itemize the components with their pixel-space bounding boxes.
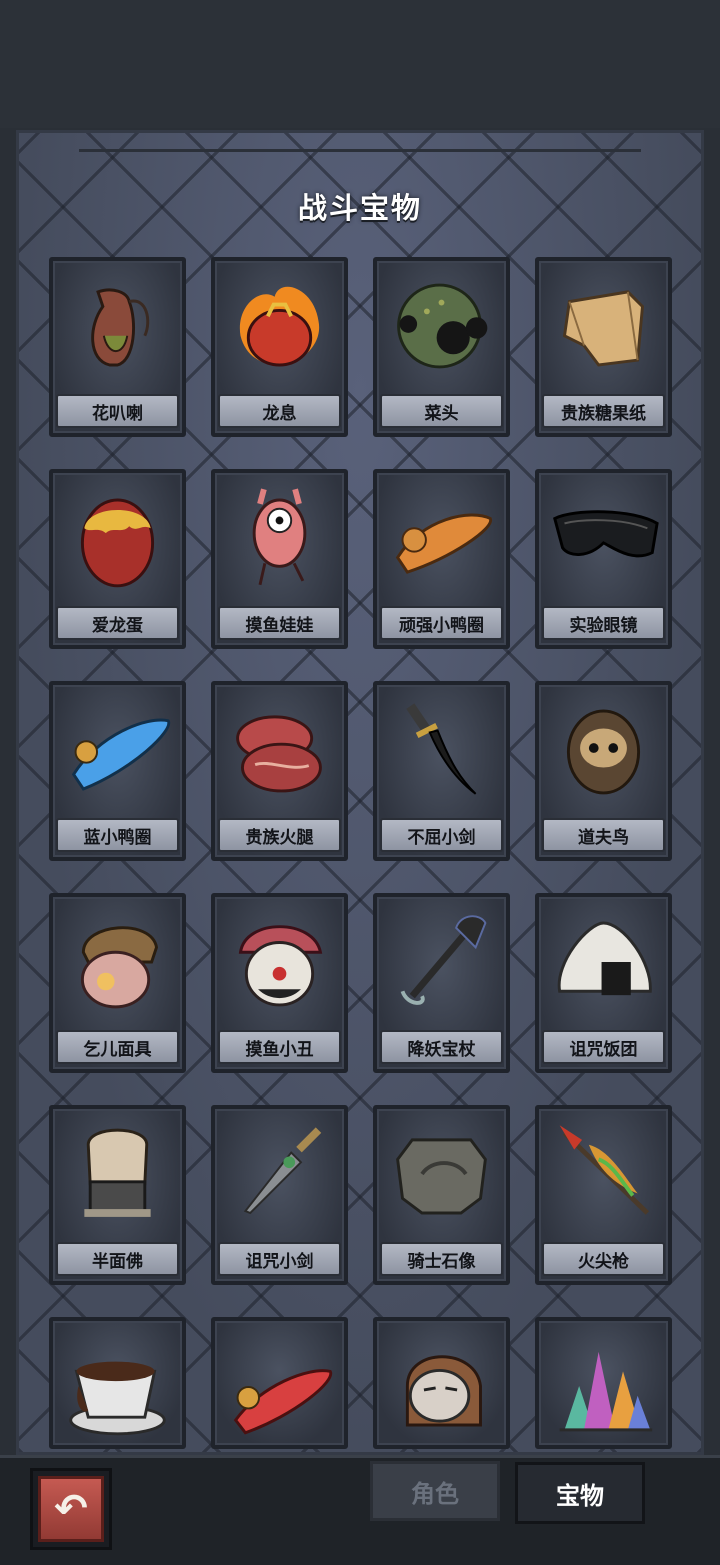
- treasure-name: 诅咒饭团: [542, 1030, 665, 1064]
- flaming-heart-icon: [221, 267, 338, 385]
- treasure-name: 半面佛: [56, 1242, 179, 1276]
- green-orb-icon: [383, 267, 500, 385]
- treasure-card[interactable]: 半面佛: [49, 1105, 186, 1285]
- orange-duck-ring-icon: [383, 479, 500, 597]
- back-arrow-icon: ↶: [38, 1476, 104, 1542]
- treasure-name: 实验眼镜: [542, 606, 665, 640]
- bottom-nav-bar: ↶ 角色 宝物: [0, 1455, 720, 1565]
- treasure-card[interactable]: [49, 1317, 186, 1449]
- cursed-dagger-icon: [221, 1115, 338, 1233]
- treasure-name: 乞儿面具: [56, 1030, 179, 1064]
- fire-spear-icon: [545, 1115, 662, 1233]
- rice-ball-icon: [545, 903, 662, 1021]
- crystal-cluster-icon: [545, 1327, 662, 1445]
- treasure-name: 爱龙蛋: [56, 606, 179, 640]
- treasure-card[interactable]: 火尖枪: [535, 1105, 672, 1285]
- treasure-card[interactable]: 菜头: [373, 257, 510, 437]
- demon-staff-icon: [383, 903, 500, 1021]
- treasure-card[interactable]: 诅咒饭团: [535, 893, 672, 1073]
- treasure-card[interactable]: 贵族火腿: [211, 681, 348, 861]
- treasure-panel: 战斗宝物 花叭喇 龙息 菜头 贵族糖果纸 爱龙蛋 摸鱼娃娃 顽强小鸭圈 实验眼镜…: [16, 130, 704, 1455]
- treasure-card[interactable]: 龙息: [211, 257, 348, 437]
- treasure-card[interactable]: 降妖宝杖: [373, 893, 510, 1073]
- ham-steak-icon: [221, 691, 338, 809]
- treasure-card[interactable]: 花叭喇: [49, 257, 186, 437]
- treasure-name: 菜头: [380, 394, 503, 428]
- treasure-name: 道夫鸟: [542, 818, 665, 852]
- treasure-card[interactable]: 摸鱼小丑: [211, 893, 348, 1073]
- treasure-card[interactable]: 摸鱼娃娃: [211, 469, 348, 649]
- treasure-card[interactable]: 蓝小鸭圈: [49, 681, 186, 861]
- owl-icon: [545, 691, 662, 809]
- treasure-card[interactable]: 诅咒小剑: [211, 1105, 348, 1285]
- candy-wrapper-icon: [545, 267, 662, 385]
- black-goggles-icon: [545, 479, 662, 597]
- pitcher-plant-icon: [59, 267, 176, 385]
- blue-duck-ring-icon: [59, 691, 176, 809]
- clown-mask-icon: [221, 903, 338, 1021]
- treasure-card[interactable]: 实验眼镜: [535, 469, 672, 649]
- treasure-card[interactable]: 不屈小剑: [373, 681, 510, 861]
- top-bar: [0, 0, 720, 128]
- treasure-name: 贵族糖果纸: [542, 394, 665, 428]
- treasure-name: 不屈小剑: [380, 818, 503, 852]
- treasure-card[interactable]: [373, 1317, 510, 1449]
- tab-role[interactable]: 角色: [370, 1461, 500, 1521]
- treasure-card[interactable]: 乞儿面具: [49, 893, 186, 1073]
- short-sword-icon: [383, 691, 500, 809]
- treasure-card[interactable]: [211, 1317, 348, 1449]
- treasure-name: 降妖宝杖: [380, 1030, 503, 1064]
- helmet-face-icon: [383, 1327, 500, 1445]
- stone-tablet-icon: [383, 1115, 500, 1233]
- half-buddha-icon: [59, 1115, 176, 1233]
- treasure-card[interactable]: [535, 1317, 672, 1449]
- treasure-name: 贵族火腿: [218, 818, 341, 852]
- treasure-card[interactable]: 爱龙蛋: [49, 469, 186, 649]
- treasure-card[interactable]: 骑士石像: [373, 1105, 510, 1285]
- treasure-name: 蓝小鸭圈: [56, 818, 179, 852]
- pink-doll-icon: [221, 479, 338, 597]
- panel-title: 战斗宝物: [297, 191, 422, 225]
- treasure-name: 诅咒小剑: [218, 1242, 341, 1276]
- treasure-name: 顽强小鸭圈: [380, 606, 503, 640]
- panel-divider: [79, 149, 641, 152]
- tab-treasure[interactable]: 宝物: [515, 1462, 645, 1524]
- treasure-name: 龙息: [218, 394, 341, 428]
- red-duck-ring-icon: [221, 1327, 338, 1445]
- treasure-card[interactable]: 道夫鸟: [535, 681, 672, 861]
- treasure-name: 摸鱼娃娃: [218, 606, 341, 640]
- coffee-cup-icon: [59, 1327, 176, 1445]
- back-button[interactable]: ↶: [30, 1468, 112, 1550]
- treasure-name: 摸鱼小丑: [218, 1030, 341, 1064]
- treasure-name: 骑士石像: [380, 1242, 503, 1276]
- treasure-card[interactable]: 贵族糖果纸: [535, 257, 672, 437]
- beggar-mask-icon: [59, 903, 176, 1021]
- treasure-grid: 花叭喇 龙息 菜头 贵族糖果纸 爱龙蛋 摸鱼娃娃 顽强小鸭圈 实验眼镜 蓝小鸭圈…: [49, 257, 672, 1449]
- treasure-name: 火尖枪: [542, 1242, 665, 1276]
- treasure-card[interactable]: 顽强小鸭圈: [373, 469, 510, 649]
- dragon-egg-icon: [59, 479, 176, 597]
- treasure-name: 花叭喇: [56, 394, 179, 428]
